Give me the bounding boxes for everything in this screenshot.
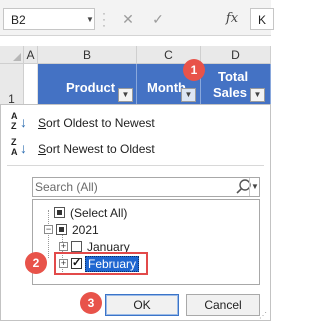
formula-bar: B2 ▼ · · · ✕ ✓ fx K: [0, 0, 274, 36]
menu-divider: [7, 165, 264, 166]
year-2021-checkbox[interactable]: [56, 224, 67, 235]
column-letter: B: [82, 48, 91, 62]
ok-button[interactable]: OK: [105, 294, 179, 316]
ok-label: OK: [133, 298, 151, 312]
row-header-1[interactable]: 1: [0, 64, 24, 106]
name-box-dropdown-icon[interactable]: ▼: [86, 15, 96, 25]
header-sales-label: Sales: [213, 85, 247, 100]
cell-a1[interactable]: [24, 64, 38, 106]
january-checkbox[interactable]: [71, 241, 82, 252]
search-input[interactable]: [35, 180, 231, 194]
cancel-glyph: ✕: [122, 11, 134, 27]
dropdown-arrow-icon: ▼: [121, 90, 130, 99]
name-box-value: B2: [11, 13, 26, 27]
header-product-label: Product: [66, 80, 116, 95]
corner-triangle-icon: [13, 53, 21, 61]
dropdown-arrow-icon: ▼: [253, 90, 262, 99]
tree-connector: [48, 210, 49, 258]
resize-grip-icon[interactable]: ⋰: [259, 311, 267, 320]
menu-sort-newest-to-oldest[interactable]: Z A ↓ Sort Newest to Oldest: [11, 137, 261, 158]
collapse-icon[interactable]: −: [44, 225, 53, 234]
insert-function-icon[interactable]: fx: [219, 8, 245, 30]
search-box[interactable]: ▼: [32, 177, 260, 197]
fx-glyph: fx: [225, 11, 239, 26]
header-cell-product[interactable]: Product ▼: [38, 64, 137, 106]
filter-dropdown-total-sales[interactable]: ▼: [250, 88, 265, 102]
column-letter: C: [164, 48, 173, 62]
column-header-d[interactable]: D: [201, 46, 271, 64]
column-header-b[interactable]: B: [38, 46, 137, 64]
header-total-label: Total: [218, 69, 249, 84]
formula-value: K: [258, 13, 267, 27]
year-2021-label: 2021: [72, 223, 99, 237]
cancel-entry-icon[interactable]: ✕: [115, 8, 141, 30]
column-letter: D: [231, 48, 240, 62]
callout-number: 3: [87, 296, 95, 310]
column-letter: A: [26, 48, 35, 62]
callout-badge-3: 3: [80, 292, 102, 314]
enter-entry-icon[interactable]: ✓: [145, 8, 171, 30]
menu-sort-oldest-to-newest[interactable]: A Z ↓ Sort Oldest to Newest: [11, 111, 261, 132]
column-header-a[interactable]: A: [24, 46, 38, 64]
select-all-checkbox[interactable]: [54, 207, 65, 218]
filter-dropdown-panel: A Z ↓ Sort Oldest to Newest Z A ↓ Sort N…: [0, 104, 271, 321]
callout-number: 2: [32, 256, 40, 270]
formula-input[interactable]: K: [250, 8, 274, 30]
sort-ascending-icon: A Z ↓: [11, 111, 27, 131]
name-box[interactable]: B2: [3, 8, 95, 30]
sort-descending-icon: Z A ↓: [11, 137, 27, 157]
formula-bar-grip-icon: · · ·: [102, 6, 106, 32]
callout-badge-2: 2: [25, 252, 47, 274]
select-all-label: (Select All): [70, 206, 128, 220]
sort-oldest-label: Sort Oldest to Newest: [38, 116, 155, 130]
filter-dropdown-month[interactable]: ▼: [181, 88, 196, 102]
filter-active-icon: ▼: [184, 90, 193, 99]
callout-number: 1: [190, 63, 198, 77]
cancel-label: Cancel: [204, 298, 242, 312]
filter-dropdown-product[interactable]: ▼: [118, 88, 133, 102]
header-cell-total-sales[interactable]: Total Sales ▼: [201, 64, 271, 106]
cancel-button[interactable]: Cancel: [186, 294, 260, 316]
search-options-dropdown-icon[interactable]: ▼: [249, 178, 260, 196]
select-all-corner[interactable]: [0, 46, 24, 64]
callout-highlight-february: [54, 252, 148, 275]
sort-newest-label: Sort Newest to Oldest: [38, 142, 155, 156]
expand-icon[interactable]: +: [59, 242, 68, 251]
enter-glyph: ✓: [152, 11, 164, 27]
callout-badge-1: 1: [183, 59, 205, 81]
